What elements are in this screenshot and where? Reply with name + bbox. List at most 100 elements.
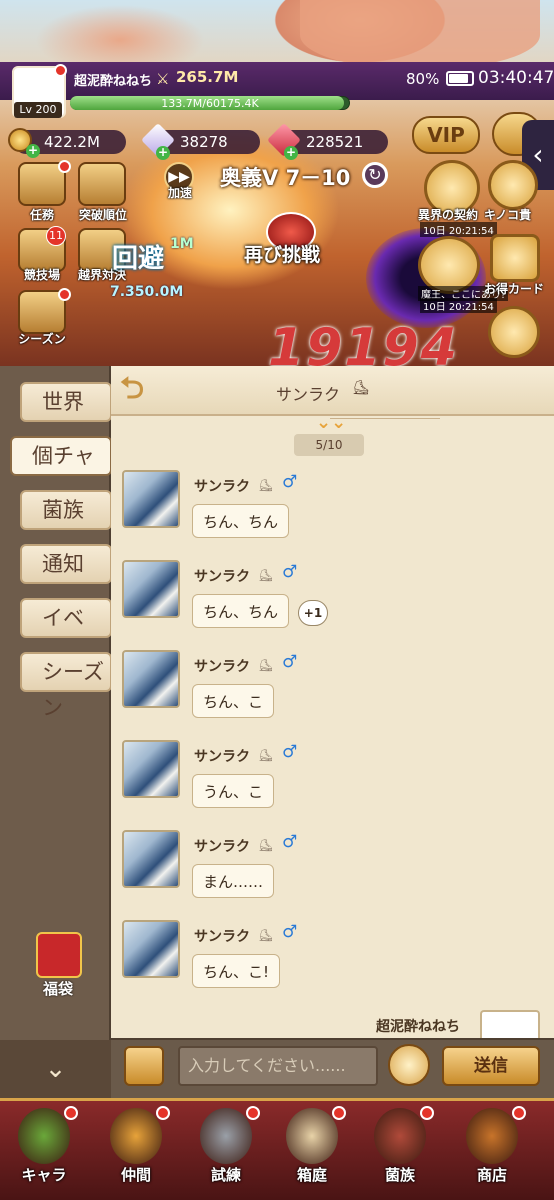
nav-item-1[interactable]: 仲間	[96, 1104, 176, 1196]
male-icon: ♂	[282, 832, 298, 852]
message-bubble[interactable]: ちん、こ	[192, 684, 275, 718]
message-bubble[interactable]: うん、こ	[192, 774, 275, 808]
speed-label: 加速	[167, 186, 192, 200]
chat-title: サンラク	[276, 385, 341, 404]
sender-avatar[interactable]	[122, 920, 180, 978]
nav-notification-dot	[246, 1106, 260, 1120]
nav-icon	[286, 1108, 338, 1164]
emoji-button[interactable]	[388, 1044, 430, 1086]
clock: 03:40:47	[478, 68, 554, 88]
sender-name: サンラク	[194, 569, 250, 585]
nav-notification-dot	[156, 1106, 170, 1120]
nav-item-4[interactable]: 菌族	[360, 1104, 440, 1196]
retry-button[interactable]: 再び挑戦	[244, 240, 320, 267]
plus-one-reaction[interactable]: +1	[298, 600, 328, 626]
message-bubble[interactable]: まん……	[192, 864, 275, 898]
tab-5[interactable]: シーズン	[20, 652, 112, 720]
nav-item-2[interactable]: 試練	[186, 1104, 266, 1196]
breakthrough-ranking-icon[interactable]	[78, 162, 126, 206]
nav-label: キャラ	[21, 1166, 67, 1184]
title-badge-icon: ⛸	[258, 748, 274, 762]
sender-avatar[interactable]	[122, 650, 180, 708]
dodge-text: 回避	[112, 244, 165, 274]
nav-label: 商店	[476, 1166, 507, 1184]
male-icon: ♂	[282, 742, 298, 762]
mission-label: 任務	[29, 208, 54, 222]
arena-badge: 11	[46, 226, 66, 246]
title-badge-icon: ⛸	[352, 380, 370, 396]
sender-name: サンラク	[194, 659, 250, 675]
tab-3[interactable]: 通知	[20, 544, 112, 584]
sender-avatar[interactable]	[122, 470, 180, 528]
nav-label: 試練	[210, 1166, 241, 1184]
sender-avatar[interactable]	[122, 740, 180, 798]
my-avatar	[480, 1010, 540, 1040]
nav-icon	[18, 1108, 70, 1164]
nav-label: 箱庭	[296, 1166, 327, 1184]
sender-name: サンラク	[194, 479, 250, 495]
event-mushroom-icon[interactable]	[488, 160, 538, 210]
add-gem-button[interactable]: +	[284, 146, 298, 160]
player-name: 超泥酔ねねち	[74, 74, 153, 89]
avatar-notification-dot	[54, 64, 67, 77]
tab-0[interactable]: 世界	[20, 382, 112, 422]
vip-button[interactable]: VIP	[412, 116, 480, 154]
sender-name: サンラク	[194, 839, 250, 855]
nav-item-5[interactable]: 商店	[452, 1104, 532, 1196]
event-demon-king-time: 10日 20:21:54	[420, 298, 497, 313]
page-indicator: 5/10	[294, 434, 364, 456]
back-arrow-icon[interactable]: ⮌	[120, 374, 156, 406]
season-notification-dot	[58, 288, 71, 301]
exp-text: 133.7M/60175.4K	[161, 97, 259, 110]
load-more-chevron-icon[interactable]: ⌄⌄	[316, 412, 346, 433]
tab-4[interactable]: イベ	[20, 598, 112, 638]
send-button[interactable]: 送信	[442, 1046, 540, 1086]
value-card-icon[interactable]	[490, 234, 540, 282]
male-icon: ♂	[282, 652, 298, 672]
damage-corner: 1M	[170, 236, 194, 252]
message-bubble[interactable]: ちん、ちん	[192, 504, 290, 538]
add-gold-button[interactable]: +	[26, 144, 40, 158]
collapse-chat-button[interactable]: ⌄	[0, 1040, 111, 1098]
player-level: Lv 200	[14, 102, 62, 118]
sender-avatar[interactable]	[122, 560, 180, 618]
title-badge-icon: ⛸	[258, 928, 274, 942]
voice-input-button[interactable]	[124, 1046, 164, 1086]
nav-item-3[interactable]: 箱庭	[272, 1104, 352, 1196]
refresh-icon[interactable]: ↻	[362, 162, 388, 188]
nav-notification-dot	[64, 1106, 78, 1120]
sender-name: サンラク	[194, 749, 250, 765]
event-mushroom-label: キノコ貴	[484, 208, 532, 222]
sender-avatar[interactable]	[122, 830, 180, 888]
swords-icon: ⚔	[156, 70, 170, 88]
mushroom-cap-decoration	[300, 0, 540, 70]
event-contract-label: 異界の契約	[418, 208, 479, 222]
male-icon: ♂	[282, 472, 298, 492]
breakthrough-ranking-label: 突破順位	[78, 208, 127, 222]
arena-label: 競技場	[23, 268, 60, 282]
male-icon: ♂	[282, 922, 298, 942]
chat-input[interactable]: 入力してください......	[178, 1046, 378, 1086]
nav-item-0[interactable]: キャラ	[4, 1104, 84, 1196]
nav-notification-dot	[332, 1106, 346, 1120]
tab-1[interactable]: 個チャ	[10, 436, 112, 476]
title-badge-icon: ⛸	[258, 568, 274, 582]
nav-label: 仲間	[120, 1166, 151, 1184]
my-name: 超泥酔ねねち	[376, 1019, 460, 1035]
message-bubble[interactable]: ちん、ちん	[192, 594, 290, 628]
nav-notification-dot	[512, 1106, 526, 1120]
event-contract-time: 10日 20:21:54	[420, 222, 497, 237]
event-extra-icon[interactable]	[488, 306, 540, 358]
title-badge-icon: ⛸	[258, 658, 274, 672]
sender-name: サンラク	[194, 929, 250, 945]
add-crystal-button[interactable]: +	[156, 146, 170, 160]
combat-power: 265.7M	[176, 68, 239, 86]
lucky-bag-icon[interactable]	[36, 932, 82, 978]
message-bubble[interactable]: ちん、こ!	[192, 954, 281, 988]
nav-icon	[374, 1108, 426, 1164]
season-label: シーズン	[18, 332, 66, 346]
damage-small: 7.350.0M	[110, 284, 184, 300]
value-card-label: お得カード	[484, 282, 545, 296]
tab-2[interactable]: 菌族	[20, 490, 112, 530]
nav-notification-dot	[420, 1106, 434, 1120]
